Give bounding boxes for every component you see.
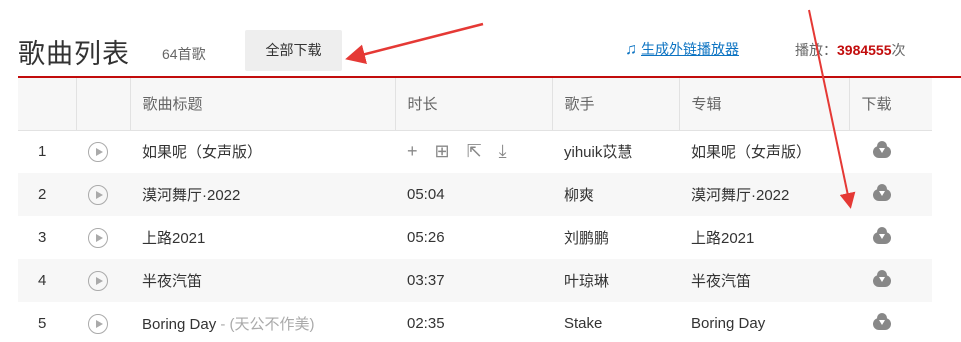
song-album[interactable]: 如果呢（女声版）	[679, 130, 849, 173]
table-row[interactable]: 3 上路2021 05:26 刘鹏鹏 上路2021	[18, 216, 932, 259]
song-album[interactable]: 半夜汽笛	[679, 259, 849, 302]
song-title: 如果呢（女声版）	[142, 144, 263, 162]
song-index: 4	[18, 259, 76, 302]
song-duration: 05:26	[395, 216, 552, 259]
play-icon[interactable]	[88, 184, 108, 205]
song-artist[interactable]: 刘鹏鹏	[552, 216, 679, 259]
play-icon[interactable]	[88, 270, 108, 291]
external-player-link[interactable]: ♫ 生成外链播放器	[625, 39, 739, 59]
song-index: 3	[18, 216, 76, 259]
table-row[interactable]: 5 Boring Day - (天公不作美) 02:35 Stake Borin…	[18, 302, 932, 342]
song-actions-icons[interactable]: + ⊞ ⇱ ⤓	[407, 141, 513, 161]
play-count-value: 3984555	[837, 42, 892, 58]
play-icon[interactable]	[88, 141, 108, 162]
play-count-unit: 次	[891, 42, 906, 58]
cloud-download-icon[interactable]	[873, 227, 891, 245]
table-header-row: 歌曲标题 时长 歌手 专辑 下载	[18, 78, 932, 131]
play-icon[interactable]	[88, 313, 108, 334]
song-title-link[interactable]: 上路2021	[130, 216, 395, 259]
song-artist[interactable]: yihuik苡慧	[552, 130, 679, 173]
song-title: Boring Day	[142, 316, 217, 333]
table-row[interactable]: 4 半夜汽笛 03:37 叶琼琳 半夜汽笛	[18, 259, 932, 302]
cloud-download-icon[interactable]	[873, 184, 891, 202]
playlist-header: 歌曲列表 64首歌 全部下载 ♫ 生成外链播放器 播放：3984555次	[0, 0, 961, 76]
song-index: 2	[18, 173, 76, 216]
song-title-link[interactable]: 半夜汽笛	[130, 259, 395, 302]
column-header-download: 下载	[848, 78, 932, 131]
column-header-album: 专辑	[678, 78, 849, 131]
external-player-label: 生成外链播放器	[641, 41, 739, 57]
song-title-link[interactable]: 如果呢（女声版）	[130, 130, 395, 173]
play-icon[interactable]	[88, 227, 108, 248]
play-count: 播放：3984555次	[795, 40, 906, 60]
download-all-button[interactable]: 全部下载	[245, 30, 342, 71]
table-row[interactable]: 2 漠河舞厅·2022 05:04 柳爽 漠河舞厅·2022	[18, 173, 932, 216]
song-duration: 05:04	[395, 173, 552, 216]
column-header-artist: 歌手	[551, 78, 679, 131]
song-album[interactable]: Boring Day	[679, 302, 849, 342]
page-title: 歌曲列表	[18, 39, 130, 70]
music-note-icon: ♫	[625, 41, 637, 58]
cloud-download-icon[interactable]	[873, 313, 891, 331]
cloud-download-icon[interactable]	[873, 270, 891, 288]
song-alias: - (天公不作美)	[216, 316, 315, 333]
song-index: 5	[18, 302, 76, 342]
song-title-link[interactable]: 漠河舞厅·2022	[130, 173, 395, 216]
play-count-label: 播放：	[795, 42, 837, 58]
song-album[interactable]: 上路2021	[679, 216, 849, 259]
cloud-download-icon[interactable]	[873, 141, 891, 159]
song-index: 1	[18, 130, 76, 173]
song-album[interactable]: 漠河舞厅·2022	[679, 173, 849, 216]
song-table: 歌曲标题 时长 歌手 专辑 下载 1 如果呢（女声版） + ⊞ ⇱ ⤓ yihu…	[18, 78, 932, 342]
song-title-link[interactable]: Boring Day - (天公不作美)	[130, 302, 395, 342]
song-title: 半夜汽笛	[142, 273, 203, 290]
column-header-index	[18, 78, 76, 131]
song-title: 上路2021	[142, 230, 206, 247]
column-header-title: 歌曲标题	[129, 78, 395, 131]
column-header-play	[75, 78, 130, 131]
song-artist[interactable]: 叶琼琳	[552, 259, 679, 302]
song-artist[interactable]: 柳爽	[552, 173, 679, 216]
song-count: 64首歌	[162, 46, 206, 62]
column-header-duration: 时长	[394, 78, 552, 131]
song-title: 漠河舞厅·2022	[142, 187, 241, 204]
table-row[interactable]: 1 如果呢（女声版） + ⊞ ⇱ ⤓ yihuik苡慧 如果呢（女声版）	[18, 130, 932, 173]
song-duration: 02:35	[395, 302, 552, 342]
song-duration: 03:37	[395, 259, 552, 302]
song-artist[interactable]: Stake	[552, 302, 679, 342]
